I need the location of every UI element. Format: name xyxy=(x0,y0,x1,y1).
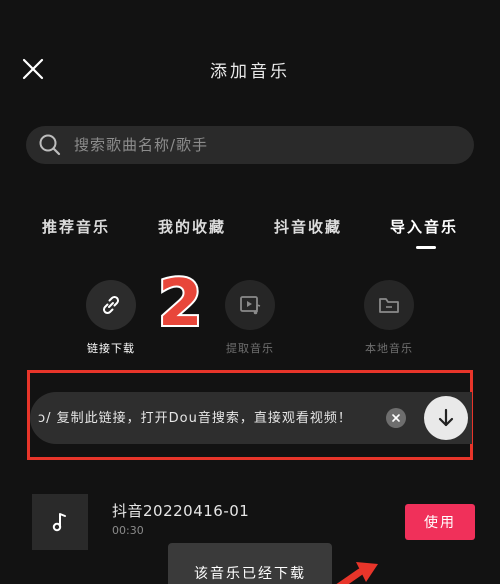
search-input[interactable] xyxy=(72,135,474,155)
source-label: 链接下载 xyxy=(87,342,135,355)
add-music-screen: 添加音乐 推荐音乐 我的收藏 抖音收藏 导入音乐 链接下载 xyxy=(0,0,500,584)
annotation-arrow-icon xyxy=(336,562,378,584)
close-icon xyxy=(392,414,400,422)
source-icon-circle xyxy=(86,280,136,330)
video-music-icon xyxy=(240,296,261,315)
clear-button[interactable] xyxy=(386,408,406,428)
source-label: 本地音乐 xyxy=(365,342,413,355)
use-button[interactable]: 使用 xyxy=(405,504,475,540)
source-label: 提取音乐 xyxy=(226,342,274,355)
active-tab-indicator xyxy=(416,246,436,249)
link-icon xyxy=(102,295,120,315)
toast-text: 该音乐已经下载 xyxy=(194,566,306,582)
source-icon-circle xyxy=(225,280,275,330)
tab-import-music[interactable]: 导入音乐 xyxy=(390,216,458,237)
arrow-down-icon xyxy=(438,408,454,427)
source-icon-circle xyxy=(364,280,414,330)
header: 添加音乐 xyxy=(0,0,500,130)
music-note-icon xyxy=(52,513,66,532)
tab-bar: 推荐音乐 我的收藏 抖音收藏 导入音乐 xyxy=(0,210,500,250)
toast-message: 该音乐已经下载 xyxy=(168,543,332,584)
tab-favorites[interactable]: 我的收藏 xyxy=(158,216,226,237)
tab-douyin-favorites[interactable]: 抖音收藏 xyxy=(274,216,342,237)
track-duration: 00:30 xyxy=(112,524,144,537)
track-title: 抖音20220416-01 xyxy=(112,502,250,520)
track-cover xyxy=(32,494,88,550)
search-icon xyxy=(39,134,61,156)
download-button[interactable] xyxy=(424,396,468,440)
source-local-music[interactable]: 本地音乐 xyxy=(344,280,434,356)
import-sources: 链接下载 提取音乐 本地音乐 xyxy=(0,280,500,360)
source-link-download[interactable]: 链接下载 xyxy=(66,280,156,356)
search-bar[interactable] xyxy=(26,126,474,164)
folder-icon xyxy=(379,298,399,313)
page-title: 添加音乐 xyxy=(210,62,290,82)
source-extract-music[interactable]: 提取音乐 xyxy=(205,280,295,356)
tab-recommended[interactable]: 推荐音乐 xyxy=(42,216,110,237)
link-input-text[interactable]: ɔ/ 复制此链接，打开Dou音搜索，直接观看视频！ xyxy=(38,407,378,426)
step-number-annotation: 2 xyxy=(156,267,204,341)
link-input-bar[interactable]: ɔ/ 复制此链接，打开Dou音搜索，直接观看视频！ xyxy=(30,392,472,444)
